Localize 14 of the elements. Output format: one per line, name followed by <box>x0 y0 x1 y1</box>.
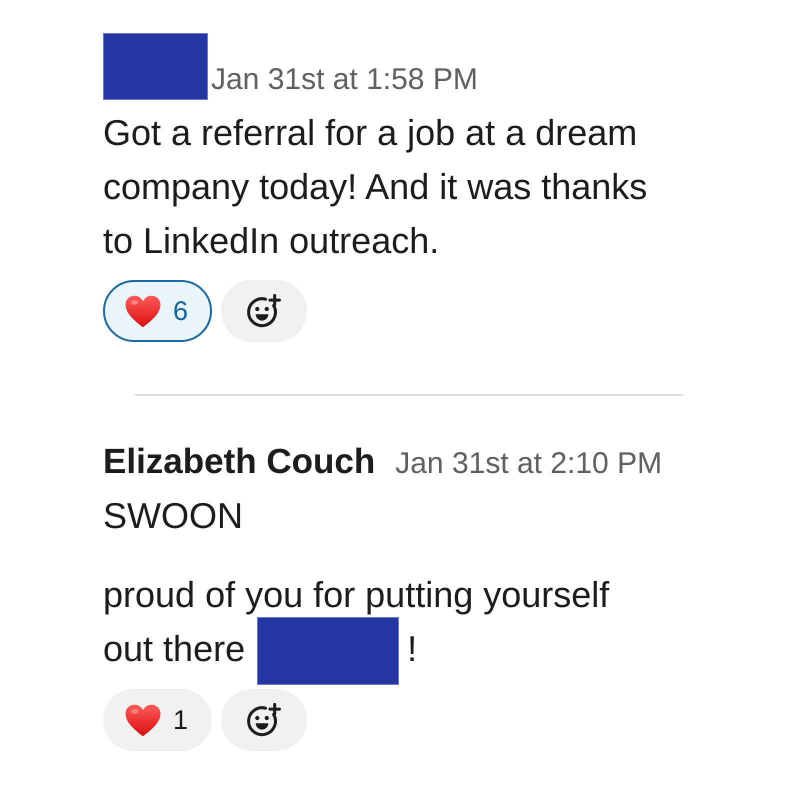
smiley-plus-icon <box>247 294 282 328</box>
timestamp[interactable]: Jan 31st at 2:10 PM <box>395 447 662 484</box>
message-text: SWOON <box>103 495 243 536</box>
message-text: Got a referral for a job at a dream company today! And it was thanks to LinkedIn outreach. <box>103 112 648 261</box>
author-name[interactable]: Elizabeth Couch <box>103 438 376 486</box>
message-text: proud of you for putting yourself <box>103 574 610 615</box>
reaction-button[interactable]: 1 <box>103 689 212 752</box>
message-text: out there <box>103 628 246 669</box>
reaction-button[interactable]: 6 <box>103 280 212 342</box>
timestamp[interactable]: Jan 31st at 1:58 PM <box>211 63 478 100</box>
heart-icon <box>125 704 161 737</box>
smiley-plus-icon <box>247 703 282 738</box>
heart-icon <box>125 294 161 328</box>
message-text: ! <box>407 628 418 669</box>
